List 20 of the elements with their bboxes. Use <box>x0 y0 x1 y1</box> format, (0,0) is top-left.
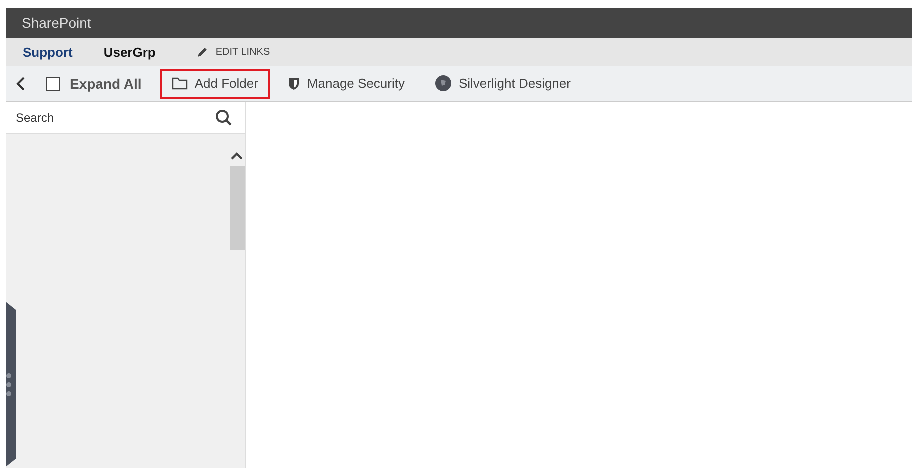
search-bar[interactable]: Search <box>6 102 245 134</box>
app-title: SharePoint <box>22 15 92 31</box>
edit-links-link[interactable]: EDIT LINKS <box>196 46 270 58</box>
shield-icon <box>288 76 300 90</box>
search-field[interactable]: Search <box>14 110 215 126</box>
search-icon <box>215 108 233 126</box>
expand-all-label: Expand All <box>70 76 142 92</box>
chevron-left-icon <box>16 76 26 90</box>
nav-link[interactable]: Support <box>23 44 73 60</box>
nav-link[interactable]: UserGrp <box>104 44 156 60</box>
scroll-up-icon[interactable] <box>231 152 243 160</box>
folder-icon <box>172 77 188 90</box>
scrollbar-thumb[interactable] <box>230 166 244 250</box>
expand-all-checkbox[interactable] <box>46 76 60 90</box>
edit-links-label: EDIT LINKS <box>216 46 270 58</box>
toolbar-button[interactable]: Add Folder <box>160 68 270 98</box>
pencil-icon <box>196 46 209 58</box>
toolbar-button[interactable]: Manage Security <box>276 68 417 98</box>
globe-icon <box>434 75 452 92</box>
toolbar-button[interactable]: Silverlight Designer <box>422 68 583 98</box>
